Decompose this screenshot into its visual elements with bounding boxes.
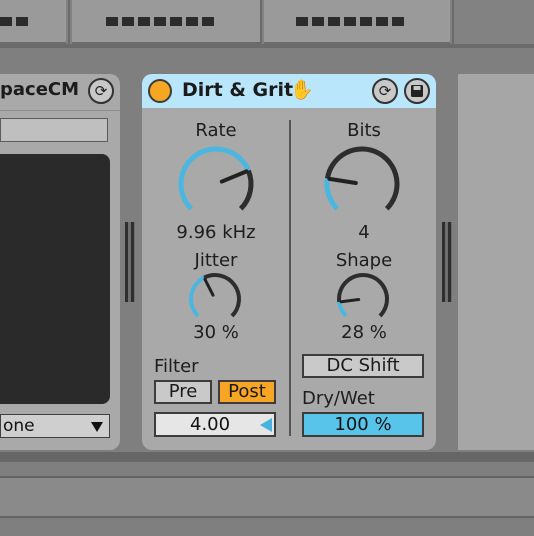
filter-pre-button[interactable]: Pre bbox=[154, 380, 212, 404]
knob-value-arc bbox=[324, 178, 340, 211]
power-icon[interactable] bbox=[148, 79, 172, 103]
save-icon[interactable] bbox=[404, 78, 430, 104]
left-device-display bbox=[0, 154, 110, 404]
left-device-title: paceCM bbox=[0, 79, 80, 100]
knob-track bbox=[337, 273, 389, 318]
filter-label: Filter bbox=[154, 356, 199, 377]
bottom-track-area bbox=[0, 476, 534, 518]
divider bbox=[0, 110, 120, 111]
dropdown-value: one bbox=[3, 416, 35, 436]
divider bbox=[289, 120, 291, 436]
dc-shift-button[interactable]: DC Shift bbox=[302, 354, 424, 378]
knob-pointer bbox=[203, 277, 215, 297]
shape-knob[interactable] bbox=[336, 272, 390, 326]
clip-slot[interactable] bbox=[0, 0, 66, 44]
knob-value-arc bbox=[189, 275, 206, 318]
rate-knob[interactable] bbox=[178, 146, 254, 222]
divider bbox=[0, 44, 534, 48]
divider bbox=[260, 0, 262, 44]
bits-knob[interactable] bbox=[324, 146, 400, 222]
track-strip bbox=[0, 0, 534, 44]
filter-frequency-value: 4.00 bbox=[190, 414, 231, 435]
bits-label: Bits bbox=[347, 120, 381, 141]
triangle-left-icon bbox=[260, 418, 272, 432]
device-title: Dirt & Grit bbox=[182, 79, 294, 101]
rate-value: 9.96 kHz bbox=[176, 222, 256, 243]
bits-value: 4 bbox=[358, 222, 370, 243]
chevron-down-icon bbox=[91, 422, 103, 432]
jitter-label: Jitter bbox=[194, 250, 238, 271]
filter-frequency-field[interactable]: 4.00 bbox=[154, 412, 276, 437]
shape-value: 28 % bbox=[341, 322, 387, 343]
clip-slot[interactable] bbox=[264, 0, 450, 44]
shape-label: Shape bbox=[335, 250, 393, 271]
divider bbox=[452, 0, 454, 44]
knob-pointer bbox=[219, 169, 249, 184]
drywet-slider[interactable]: 100 % bbox=[302, 412, 424, 437]
level-meter bbox=[442, 222, 452, 302]
clip-slot[interactable] bbox=[72, 0, 260, 44]
knob-value-arc bbox=[178, 146, 251, 211]
divider bbox=[0, 452, 534, 462]
divider bbox=[68, 0, 70, 44]
jitter-knob[interactable] bbox=[188, 272, 242, 326]
jitter-value: 30 % bbox=[193, 322, 239, 343]
rate-label: Rate bbox=[195, 120, 237, 141]
left-device-field[interactable] bbox=[0, 118, 108, 142]
knob-track bbox=[203, 273, 241, 318]
level-meter bbox=[125, 222, 135, 302]
knob-pointer bbox=[327, 176, 358, 186]
left-device-dropdown[interactable]: one bbox=[0, 414, 110, 438]
hot-swap-icon[interactable]: ⟳ bbox=[372, 78, 398, 104]
drywet-label: Dry/Wet bbox=[302, 388, 375, 409]
knob-track bbox=[238, 169, 254, 211]
filter-post-button[interactable]: Post bbox=[218, 380, 276, 404]
hand-icon: ✋ bbox=[290, 79, 314, 101]
right-device-panel bbox=[458, 74, 534, 450]
dirt-grit-device: Dirt & Grit ✋ ⟳ Rate 9.96 kHz Jitter 30 … bbox=[142, 74, 436, 450]
knob-value-arc bbox=[337, 301, 348, 318]
hot-swap-icon[interactable]: ⟳ bbox=[88, 78, 114, 104]
knob-pointer bbox=[339, 298, 361, 304]
